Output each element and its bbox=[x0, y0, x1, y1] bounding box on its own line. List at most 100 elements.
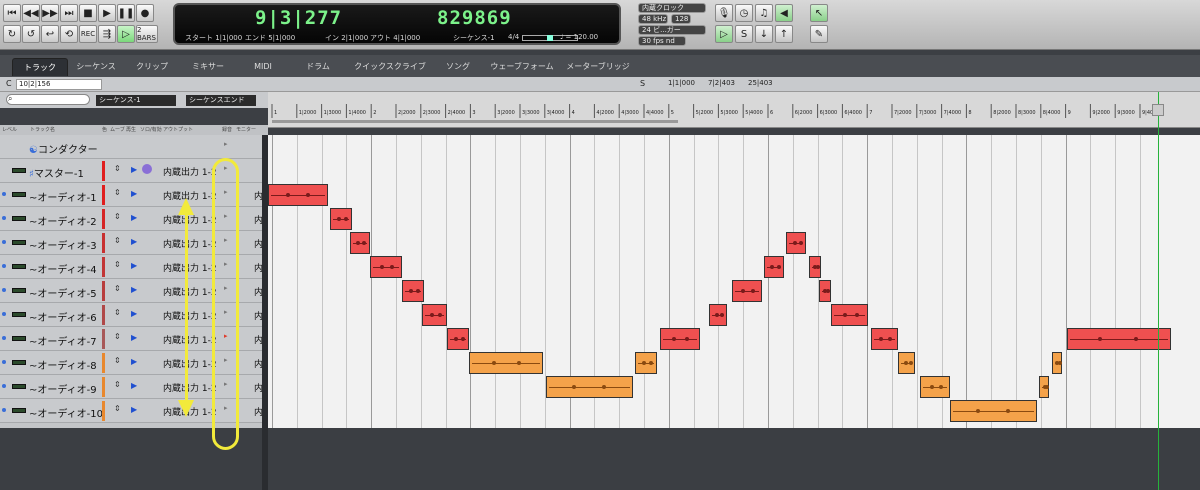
select-dot-icon[interactable] bbox=[2, 264, 6, 268]
time-primary[interactable]: 9|3|277 bbox=[255, 7, 342, 29]
audio-clip[interactable] bbox=[808, 256, 822, 278]
record-enable-icon[interactable]: ▸ bbox=[224, 140, 228, 148]
audio-clip[interactable] bbox=[401, 280, 425, 302]
arrange-area[interactable] bbox=[268, 135, 1200, 428]
go-to-start-icon[interactable]: ⏮ bbox=[3, 4, 21, 22]
play-enable-icon[interactable]: ▶ bbox=[131, 333, 137, 342]
output-select[interactable]: 内蔵出力 1-2 bbox=[163, 357, 217, 370]
pointer-tool-icon[interactable]: ↖ bbox=[810, 4, 828, 22]
rewind-icon[interactable]: ◀◀ bbox=[22, 4, 40, 22]
start-text[interactable]: スタート 1|1|000 bbox=[185, 33, 242, 43]
audio-clip[interactable] bbox=[268, 184, 328, 206]
clock-icon[interactable]: ◷ bbox=[735, 4, 753, 22]
track-color[interactable] bbox=[102, 377, 105, 397]
track-name[interactable]: ~オーディオ-7 bbox=[29, 333, 97, 348]
select-dot-icon[interactable] bbox=[2, 216, 6, 220]
output-select[interactable]: 内蔵出力 1-2 bbox=[163, 309, 217, 322]
play-enable-icon[interactable]: ▶ bbox=[131, 261, 137, 270]
tab-drum[interactable]: ドラム bbox=[300, 58, 336, 76]
track-name[interactable]: ♯マスター-1 bbox=[29, 165, 84, 180]
solo-icon[interactable]: S bbox=[735, 25, 753, 43]
output-select[interactable]: 内蔵出力 1-2 bbox=[163, 381, 217, 394]
memory-cycle-icon[interactable]: ⟲ bbox=[60, 25, 78, 43]
audio-clip[interactable] bbox=[818, 280, 831, 302]
track-name[interactable]: ~オーディオ-8 bbox=[29, 357, 97, 372]
audio-clip[interactable] bbox=[349, 232, 370, 254]
audio-clip[interactable] bbox=[421, 304, 447, 326]
time-samples[interactable]: 829869 bbox=[437, 7, 512, 29]
cursor-position[interactable]: 10|2|156 bbox=[16, 79, 102, 90]
move-stepper-icon[interactable]: ⇕ bbox=[114, 332, 121, 341]
track-color[interactable] bbox=[102, 281, 105, 301]
move-stepper-icon[interactable]: ⇕ bbox=[114, 404, 121, 413]
record-icon[interactable]: ● bbox=[136, 4, 154, 22]
output-select[interactable]: 内蔵出力 1-2 bbox=[163, 285, 217, 298]
play-add-icon[interactable]: ▷ bbox=[715, 25, 733, 43]
conductor-slider-knob[interactable] bbox=[547, 35, 553, 41]
fps[interactable]: 30 fps nd bbox=[638, 36, 686, 46]
select-dot-icon[interactable] bbox=[2, 408, 6, 412]
track-color[interactable] bbox=[102, 329, 105, 349]
track-name[interactable]: ~オーディオ-1 bbox=[29, 189, 97, 204]
punch-icon[interactable]: ↺ bbox=[22, 25, 40, 43]
metronome-icon[interactable]: ♫ bbox=[755, 4, 773, 22]
pencil-tool-icon[interactable]: ✎ bbox=[810, 25, 828, 43]
audio-clip[interactable] bbox=[446, 328, 469, 350]
select-dot-icon[interactable] bbox=[2, 384, 6, 388]
go-to-end-icon[interactable]: ⏭ bbox=[60, 4, 78, 22]
track-color[interactable] bbox=[102, 401, 105, 421]
move-stepper-icon[interactable]: ⇕ bbox=[114, 260, 121, 269]
tab-quickscribe[interactable]: クイックスクライブ bbox=[350, 58, 430, 76]
end-text[interactable]: エンド 5|1|000 bbox=[245, 33, 295, 43]
track-color[interactable] bbox=[102, 233, 105, 253]
pause-icon[interactable]: ❚❚ bbox=[117, 4, 135, 22]
fast-forward-icon[interactable]: ▶▶ bbox=[41, 4, 59, 22]
move-stepper-icon[interactable]: ⇕ bbox=[114, 308, 121, 317]
tab-meterbridge[interactable]: メーターブリッジ bbox=[565, 58, 631, 76]
sequence-end-dropdown[interactable]: シーケンスエンド bbox=[186, 95, 256, 106]
range-mid[interactable]: 7|2|403 bbox=[708, 79, 735, 87]
audio-clip[interactable] bbox=[731, 280, 762, 302]
tempo-text[interactable]: ♩ = 120.00 bbox=[560, 33, 598, 41]
playhead[interactable] bbox=[1158, 92, 1159, 490]
tab-mixer[interactable]: ミキサー bbox=[186, 58, 230, 76]
bit-depth[interactable]: 24 ビ...ガー bbox=[638, 25, 706, 35]
audio-clip[interactable] bbox=[1066, 328, 1171, 350]
track-row[interactable]: ☯コンダクター ▸ bbox=[0, 135, 262, 159]
move-stepper-icon[interactable]: ⇕ bbox=[114, 188, 121, 197]
arrow-down-icon[interactable]: ↓ bbox=[755, 25, 773, 43]
audio-clip[interactable] bbox=[709, 304, 727, 326]
select-dot-icon[interactable] bbox=[2, 312, 6, 316]
select-dot-icon[interactable] bbox=[2, 192, 6, 196]
auto-rewind-icon[interactable]: ↩ bbox=[41, 25, 59, 43]
search-input[interactable] bbox=[6, 94, 90, 105]
arrow-up-icon[interactable]: ↑ bbox=[775, 25, 793, 43]
track-name[interactable]: ~オーディオ-6 bbox=[29, 309, 97, 324]
audio-clip[interactable] bbox=[330, 208, 353, 230]
track-name[interactable]: ~オーディオ-5 bbox=[29, 285, 97, 300]
audio-clip[interactable] bbox=[468, 352, 544, 374]
sequence-text[interactable]: シーケンス-1 bbox=[453, 33, 495, 43]
input-monitor-icon[interactable]: ◀ bbox=[775, 4, 793, 22]
play-enable-icon[interactable]: ▶ bbox=[131, 189, 137, 198]
audio-clip[interactable] bbox=[545, 376, 633, 398]
audio-clip[interactable] bbox=[1039, 376, 1050, 398]
clock-source[interactable]: 内蔵クロック bbox=[638, 3, 706, 13]
audio-clip[interactable] bbox=[870, 328, 898, 350]
move-stepper-icon[interactable]: ⇕ bbox=[114, 380, 121, 389]
time-signature[interactable]: 4/4 bbox=[508, 33, 519, 41]
track-name[interactable]: ~オーディオ-3 bbox=[29, 237, 97, 252]
playhead-handle[interactable] bbox=[1152, 104, 1164, 116]
overdub-icon[interactable]: ⇶ bbox=[98, 25, 116, 43]
rec-button[interactable]: REC bbox=[79, 25, 97, 43]
audio-clip[interactable] bbox=[920, 376, 950, 398]
track-name[interactable]: ~オーディオ-10 bbox=[29, 405, 103, 420]
track-name[interactable]: ~オーディオ-4 bbox=[29, 261, 97, 276]
out-text[interactable]: アウト 4|1|000 bbox=[370, 33, 420, 43]
select-dot-icon[interactable] bbox=[2, 240, 6, 244]
play-enable-icon[interactable]: ▶ bbox=[131, 165, 137, 174]
audio-clip[interactable] bbox=[764, 256, 784, 278]
output-select[interactable]: 内蔵出力 1-2 bbox=[163, 165, 217, 178]
track-name[interactable]: ~オーディオ-2 bbox=[29, 213, 97, 228]
track-color[interactable] bbox=[102, 257, 105, 277]
